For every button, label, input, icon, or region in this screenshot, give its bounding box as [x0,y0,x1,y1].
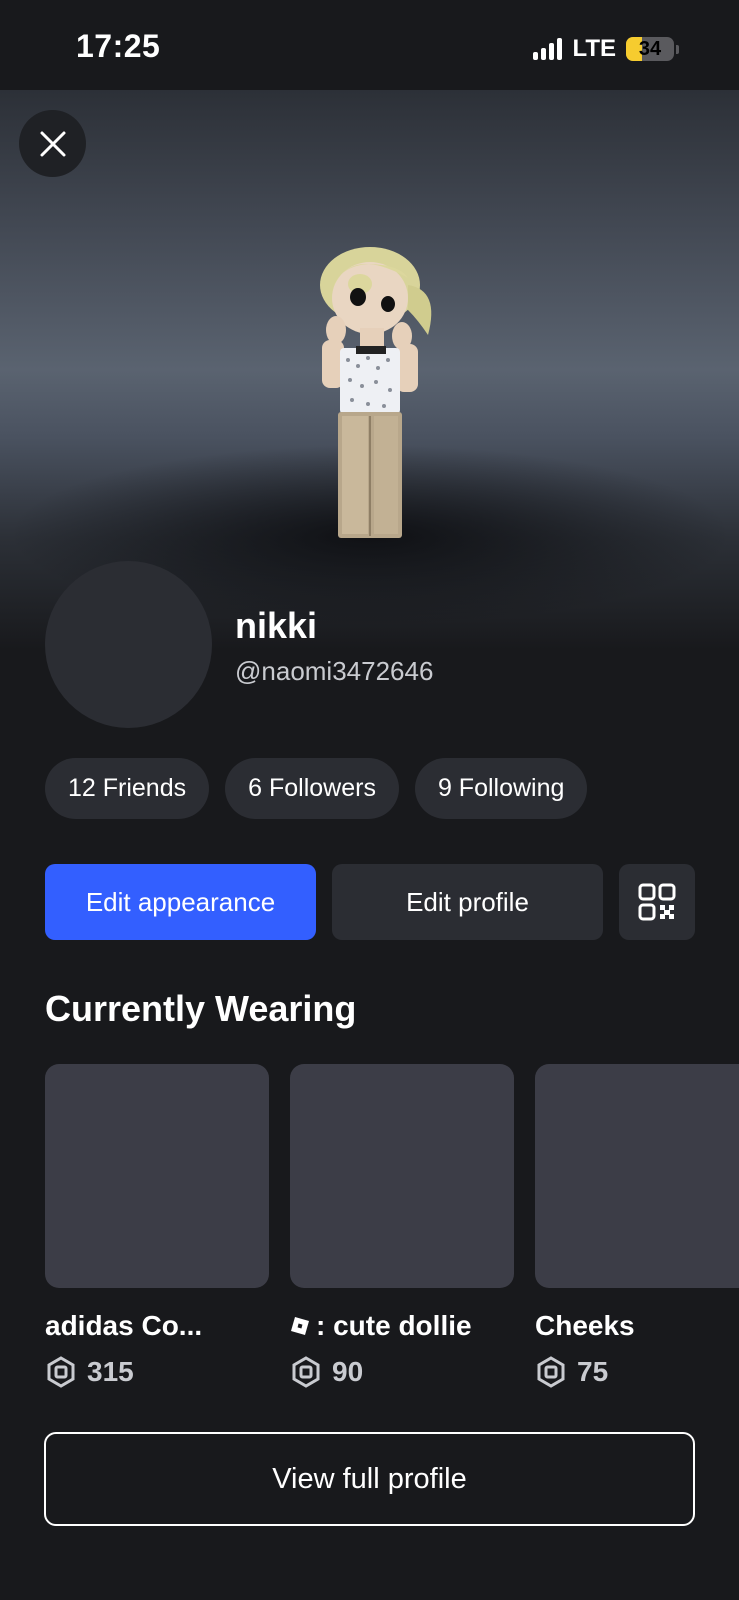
wearing-item[interactable]: : cute dollie 90 [290,1064,514,1388]
battery-level: 34 [638,37,662,60]
actions-row: Edit appearance Edit profile [45,864,695,940]
robux-icon [292,1356,320,1388]
item-thumbnail [45,1064,269,1288]
following-pill[interactable]: 9 Following [414,758,588,819]
robux-icon [537,1356,565,1388]
currently-wearing-carousel[interactable]: adidas Co... 315 : cute dollie 90 Cheeks… [45,1064,739,1394]
qr-code-button[interactable] [619,864,695,940]
item-price-value: 90 [332,1356,364,1387]
edit-appearance-button[interactable]: Edit appearance [45,864,316,940]
avatar-3d-figure [320,247,432,538]
item-price: 315 [45,1356,269,1388]
item-thumbnail [290,1064,514,1288]
display-name: nikki [235,605,318,646]
status-time: 17:25 [76,28,161,64]
status-bar: 17:25 LTE 34 [0,0,739,90]
item-name-text: adidas Co... [45,1310,203,1341]
wearing-item[interactable]: Cheeks 75 [535,1064,739,1388]
battery-icon: 34 [626,37,674,61]
stats-row: 12 Friends 6 Followers 9 Following [45,758,588,819]
status-indicators: LTE 34 [533,34,679,64]
item-thumbnail [535,1064,739,1288]
avatar-headshot[interactable] [45,561,212,728]
friends-pill[interactable]: 12 Friends [45,758,210,819]
item-price-value: 315 [87,1356,134,1387]
wearing-item[interactable]: adidas Co... 315 [45,1064,269,1388]
edit-profile-button[interactable]: Edit profile [332,864,603,940]
item-name-text: Cheeks [535,1310,635,1341]
signal-icon [533,38,563,60]
followers-pill[interactable]: 6 Followers [225,758,399,819]
username: @naomi3472646 [235,656,434,686]
item-name: Cheeks [535,1310,739,1342]
item-price-value: 75 [577,1356,609,1387]
item-price: 90 [290,1356,514,1388]
roblox-logo-icon [291,1317,309,1335]
item-name: : cute dollie [290,1310,514,1342]
network-type: LTE [572,35,616,62]
close-icon [40,131,65,156]
robux-icon [47,1356,75,1388]
item-price: 75 [535,1356,739,1388]
close-button[interactable] [19,110,86,177]
item-name: adidas Co... [45,1310,269,1342]
qr-code-icon [638,883,676,921]
view-full-profile-button[interactable]: View full profile [44,1432,695,1526]
item-name-text: : cute dollie [316,1310,472,1341]
currently-wearing-title: Currently Wearing [45,988,357,1029]
